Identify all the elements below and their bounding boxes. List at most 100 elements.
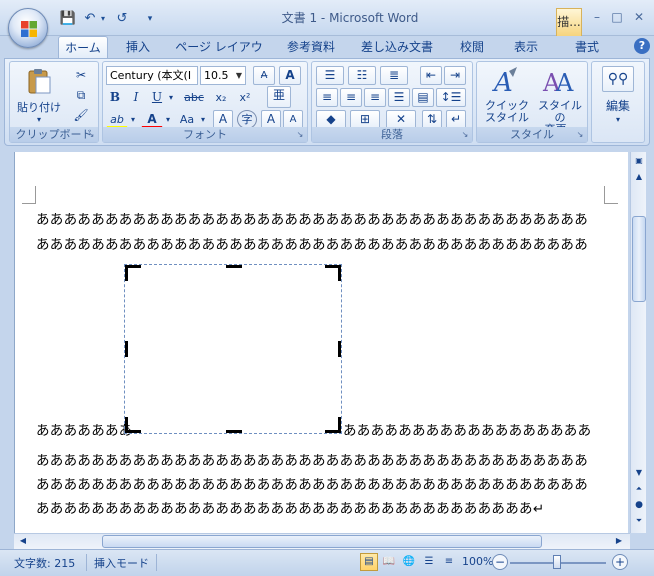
tab-references[interactable]: 参考資料 xyxy=(278,36,344,58)
help-icon[interactable]: ? xyxy=(634,38,650,54)
bold-button[interactable]: B xyxy=(106,88,124,107)
office-logo-icon xyxy=(21,21,37,37)
crop-handle-left[interactable] xyxy=(125,341,128,357)
clear-formatting-icon[interactable]: A̶ xyxy=(253,66,275,85)
tab-mailings[interactable]: 差し込み文書 xyxy=(354,36,440,58)
justify-icon[interactable]: ☰ xyxy=(388,88,410,107)
zoom-slider-thumb[interactable] xyxy=(553,555,561,569)
ribbon: 貼り付け ▾ ✂ ⧉ 🖌 クリップボード ↘ Century (本文(I 10.… xyxy=(4,58,650,146)
insert-mode[interactable]: 挿入モード xyxy=(94,555,149,571)
print-layout-view-icon[interactable]: ▤ xyxy=(360,553,378,571)
editing-dropdown-icon[interactable]: ▾ xyxy=(592,114,644,126)
vertical-scroll-thumb[interactable] xyxy=(632,216,646,302)
outline-view-icon[interactable]: ☰ xyxy=(420,553,438,571)
redo-icon[interactable]: ↺ xyxy=(112,10,132,28)
selected-text-box[interactable] xyxy=(124,264,342,434)
word-count[interactable]: 文字数: 215 xyxy=(14,555,75,571)
next-page-icon[interactable]: ⏷ xyxy=(632,514,646,528)
web-layout-view-icon[interactable]: 🌐 xyxy=(400,553,418,571)
find-binoculars-icon[interactable]: ⚲⚲ xyxy=(602,66,634,92)
font-name-combo[interactable]: Century (本文(I xyxy=(106,66,198,85)
format-painter-icon[interactable]: 🖌 xyxy=(70,106,92,125)
tab-view[interactable]: 表示 xyxy=(504,36,548,58)
undo-icon[interactable]: ↶ xyxy=(80,10,100,28)
bullets-icon[interactable]: ☰ xyxy=(316,66,344,85)
font-size-dropdown-icon[interactable]: ▼ xyxy=(233,67,245,84)
full-screen-reading-view-icon[interactable]: 📖 xyxy=(380,553,398,571)
underline-dropdown-icon[interactable]: ▾ xyxy=(166,88,176,107)
distributed-icon[interactable]: ▤ xyxy=(412,88,434,107)
font-name-value: Century (本文(I xyxy=(110,69,192,82)
scroll-up-icon[interactable]: ▲ xyxy=(632,170,646,184)
drawing-tools-context-tab[interactable]: 描... xyxy=(556,8,582,36)
increase-indent-icon[interactable]: ⇥ xyxy=(444,66,466,85)
title-bar: 💾 ↶ ▾ ↺ ▾ 文書 1 - Microsoft Word 描... – □… xyxy=(0,0,654,36)
save-icon[interactable]: 💾 xyxy=(58,10,78,28)
paste-dropdown-icon[interactable]: ▾ xyxy=(12,114,66,126)
crop-handle-top[interactable] xyxy=(226,265,242,268)
tab-review[interactable]: 校閲 xyxy=(450,36,494,58)
ribbon-tabs: ホーム 挿入 ページ レイアウト 参考資料 差し込み文書 校閲 表示 書式 xyxy=(0,36,654,76)
superscript-button[interactable]: x² xyxy=(235,88,255,107)
scroll-right-icon[interactable]: ▶ xyxy=(612,534,626,548)
tab-home[interactable]: ホーム xyxy=(58,36,108,58)
undo-dropdown-icon[interactable]: ▾ xyxy=(98,10,108,28)
tab-page-layout[interactable]: ページ レイアウト xyxy=(172,36,266,76)
phonetic-guide-icon[interactable]: 亜 xyxy=(267,86,291,108)
align-right-icon[interactable]: ≡ xyxy=(364,88,386,107)
character-shading-icon[interactable]: A xyxy=(279,66,301,85)
crop-handle-bl-v[interactable] xyxy=(125,417,128,433)
tab-insert[interactable]: 挿入 xyxy=(116,36,160,58)
document-line-3b: ああああああああああああああああああ xyxy=(343,423,592,439)
vertical-scrollbar[interactable]: ▣ ▲ ▼ ⏶ ● ⏷ xyxy=(630,152,646,533)
svg-text:A: A xyxy=(492,68,513,97)
paste-label: 貼り付け xyxy=(17,101,61,114)
tab-format[interactable]: 書式 xyxy=(562,36,612,58)
font-size-combo[interactable]: 10.5 ▼ xyxy=(200,66,246,85)
maximize-button[interactable]: □ xyxy=(606,8,628,26)
zoom-out-button[interactable]: − xyxy=(492,554,508,570)
strikethrough-button[interactable]: abc xyxy=(181,88,207,107)
close-button[interactable]: ✕ xyxy=(628,8,650,26)
document-line-5: ああああああああああああああああああああああああああああああああああああああああ xyxy=(36,477,588,493)
status-separator xyxy=(156,554,157,571)
italic-button[interactable]: I xyxy=(127,88,145,107)
crop-handle-br-v[interactable] xyxy=(338,417,341,433)
document-line-3a: あああああああ xyxy=(36,423,133,439)
crop-handle-tl-v[interactable] xyxy=(125,265,128,281)
zoom-level[interactable]: 100% xyxy=(462,555,493,568)
crop-handle-bottom[interactable] xyxy=(226,430,242,433)
styles-launcher-icon[interactable]: ↘ xyxy=(575,130,585,140)
scroll-left-icon[interactable]: ◀ xyxy=(16,534,30,548)
minimize-button[interactable]: – xyxy=(586,8,608,26)
paragraph-launcher-icon[interactable]: ↘ xyxy=(460,130,470,140)
align-left-icon[interactable]: ≡ xyxy=(316,88,338,107)
scroll-down-icon[interactable]: ▼ xyxy=(632,466,646,480)
draft-view-icon[interactable]: ≡ xyxy=(440,553,458,571)
subscript-button[interactable]: x₂ xyxy=(211,88,231,107)
customize-qat-icon[interactable]: ▾ xyxy=(144,10,156,28)
previous-page-icon[interactable]: ⏶ xyxy=(632,482,646,496)
horizontal-scroll-thumb[interactable] xyxy=(102,535,542,548)
document-line-2: ああああああああああああああああああああああああああああああああああああああああ xyxy=(36,237,588,253)
underline-button[interactable]: U xyxy=(148,88,166,107)
multilevel-list-icon[interactable]: ≣ xyxy=(380,66,408,85)
font-group-label: フォント xyxy=(103,127,307,142)
horizontal-scrollbar[interactable]: ◀ ▶ xyxy=(14,533,630,549)
browse-object-icon[interactable]: ● xyxy=(632,498,646,512)
crop-handle-right[interactable] xyxy=(338,341,341,357)
status-bar: 文字数: 215 挿入モード ▤ 📖 🌐 ☰ ≡ 100% − + xyxy=(0,549,654,576)
ruler-toggle-icon[interactable]: ▣ xyxy=(632,154,646,168)
cut-icon[interactable]: ✂ xyxy=(70,66,92,85)
copy-icon[interactable]: ⧉ xyxy=(70,86,92,105)
zoom-in-button[interactable]: + xyxy=(612,554,628,570)
clipboard-launcher-icon[interactable]: ↘ xyxy=(86,130,96,140)
crop-handle-tr-v[interactable] xyxy=(338,265,341,281)
line-spacing-icon[interactable]: ↕☰ xyxy=(436,88,466,107)
align-center-icon[interactable]: ≡ xyxy=(340,88,362,107)
office-button[interactable] xyxy=(8,8,48,48)
decrease-indent-icon[interactable]: ⇤ xyxy=(420,66,442,85)
numbering-icon[interactable]: ☷ xyxy=(348,66,376,85)
font-launcher-icon[interactable]: ↘ xyxy=(295,130,305,140)
editing-label[interactable]: 編集 xyxy=(592,100,644,112)
